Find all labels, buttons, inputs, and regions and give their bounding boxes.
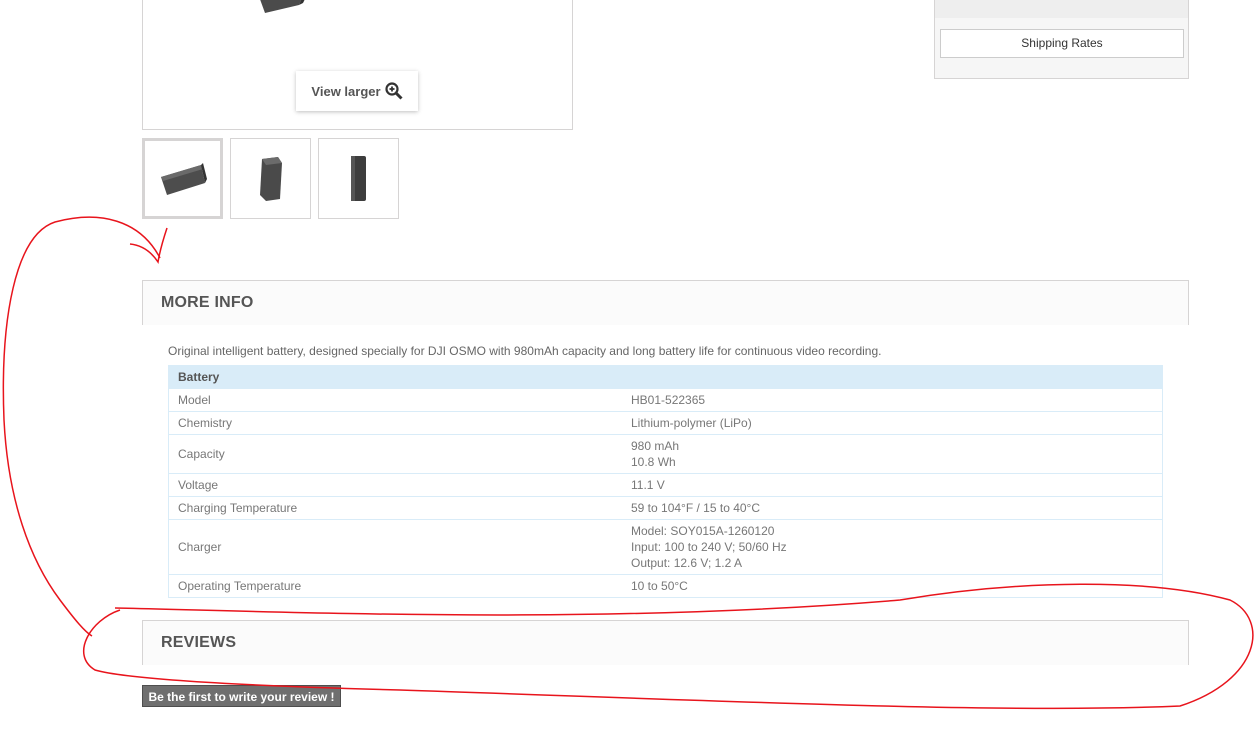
table-header: Battery <box>168 365 1163 389</box>
row-value-line: HB01-522365 <box>631 393 706 407</box>
more-info-title: MORE INFO <box>161 294 254 311</box>
battery-image <box>260 0 305 13</box>
row-value-line: Output: 12.6 V; 1.2 A <box>631 556 742 570</box>
view-larger-label: View larger <box>311 83 381 99</box>
row-value-line: Input: 100 to 240 V; 50/60 Hz <box>631 540 787 554</box>
annotation-arrowhead <box>129 227 168 264</box>
shipping-box-strip <box>935 0 1188 18</box>
row-label: Charger <box>168 519 622 575</box>
table-row: Model HB01-522365 <box>168 388 1163 412</box>
row-value-line: 980 mAh <box>631 439 680 453</box>
table-row: Capacity 980 mAh 10.8 Wh <box>168 434 1163 474</box>
table-row: Voltage 11.1 V <box>168 473 1163 497</box>
row-value-line: 10 to 50°C <box>631 579 688 593</box>
row-value-line: Model: SOY015A-1260120 <box>631 524 775 538</box>
row-label: Charging Temperature <box>168 496 622 520</box>
annotation-arrow-curve <box>2 216 161 637</box>
row-value: 10 to 50°C <box>622 574 1163 598</box>
row-label: Capacity <box>168 434 622 474</box>
main-product-image[interactable]: View larger <box>142 0 573 130</box>
row-value: 59 to 104°F / 15 to 40°C <box>622 496 1163 520</box>
view-larger-button[interactable]: View larger <box>296 71 418 111</box>
row-value-line: 11.1 V <box>631 478 665 492</box>
row-value-line: 59 to 104°F / 15 to 40°C <box>631 501 761 515</box>
shipping-box: Shipping Rates <box>934 0 1189 79</box>
row-value: 980 mAh 10.8 Wh <box>622 434 1163 474</box>
table-row: Charger Model: SOY015A-1260120 Input: 100 … <box>168 519 1163 575</box>
battery-angled-image <box>259 156 282 201</box>
row-value: 11.1 V <box>622 473 1163 497</box>
row-value: Lithium-polymer (LiPo) <box>622 411 1163 435</box>
row-label: Model <box>168 388 622 412</box>
write-review-button[interactable]: Be the first to write your review ! <box>142 685 341 707</box>
row-label: Chemistry <box>168 411 622 435</box>
table-row: Chemistry Lithium-polymer (LiPo) <box>168 411 1163 435</box>
row-label: Voltage <box>168 473 622 497</box>
thumbnail-battery-side[interactable] <box>142 138 223 219</box>
thumbnail-battery-angled[interactable] <box>230 138 311 219</box>
row-value: Model: SOY015A-1260120 Input: 100 to 240 … <box>622 519 1163 575</box>
data-sheet-table: Battery Model HB01-522365 Chemistry Lithium… <box>168 365 1163 598</box>
row-value-line: 10.8 Wh <box>631 455 676 469</box>
reviews-title: REVIEWS <box>161 634 237 651</box>
battery-side-image <box>160 162 207 195</box>
thumbnail-battery-upright[interactable] <box>318 138 399 219</box>
table-row: Charging Temperature 59 to 104°F / 15 to … <box>168 496 1163 520</box>
reviews-header: REVIEWS <box>142 620 1189 665</box>
battery-upright-image <box>350 155 366 201</box>
zoom-in-icon <box>384 82 403 100</box>
row-label: Operating Temperature <box>168 574 622 598</box>
row-value: HB01-522365 <box>622 388 1163 412</box>
row-value-line: Lithium-polymer (LiPo) <box>631 416 752 430</box>
more-info-header: MORE INFO <box>142 280 1189 325</box>
table-row: Operating Temperature 10 to 50°C <box>168 574 1163 598</box>
shipping-rates-button[interactable]: Shipping Rates <box>940 29 1184 58</box>
product-description: Original intelligent battery, designed s… <box>168 344 882 358</box>
